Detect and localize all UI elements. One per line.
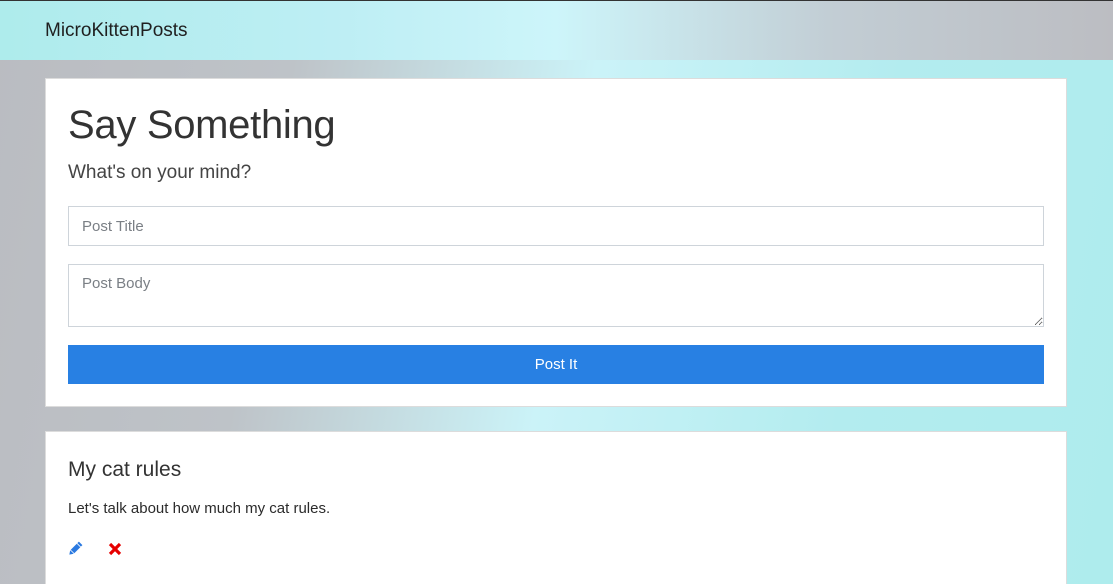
- post-body: Let's talk about how much my cat rules.: [68, 500, 331, 517]
- pencil-icon[interactable]: [66, 540, 84, 558]
- post-form-card: Say Something What's on your mind? Post …: [45, 78, 1067, 407]
- post-title: My cat rules: [68, 458, 182, 481]
- post-title-input[interactable]: [68, 206, 1044, 246]
- form-heading: Say Something: [68, 103, 336, 147]
- navbar: MicroKittenPosts: [0, 0, 1113, 60]
- navbar-brand[interactable]: MicroKittenPosts: [45, 20, 188, 42]
- post-it-button[interactable]: Post It: [68, 345, 1044, 384]
- form-subheading: What's on your mind?: [68, 162, 252, 183]
- post-body-textarea[interactable]: [68, 264, 1044, 327]
- post-card: My cat rules Let's talk about how much m…: [45, 431, 1067, 584]
- x-icon[interactable]: [106, 540, 124, 558]
